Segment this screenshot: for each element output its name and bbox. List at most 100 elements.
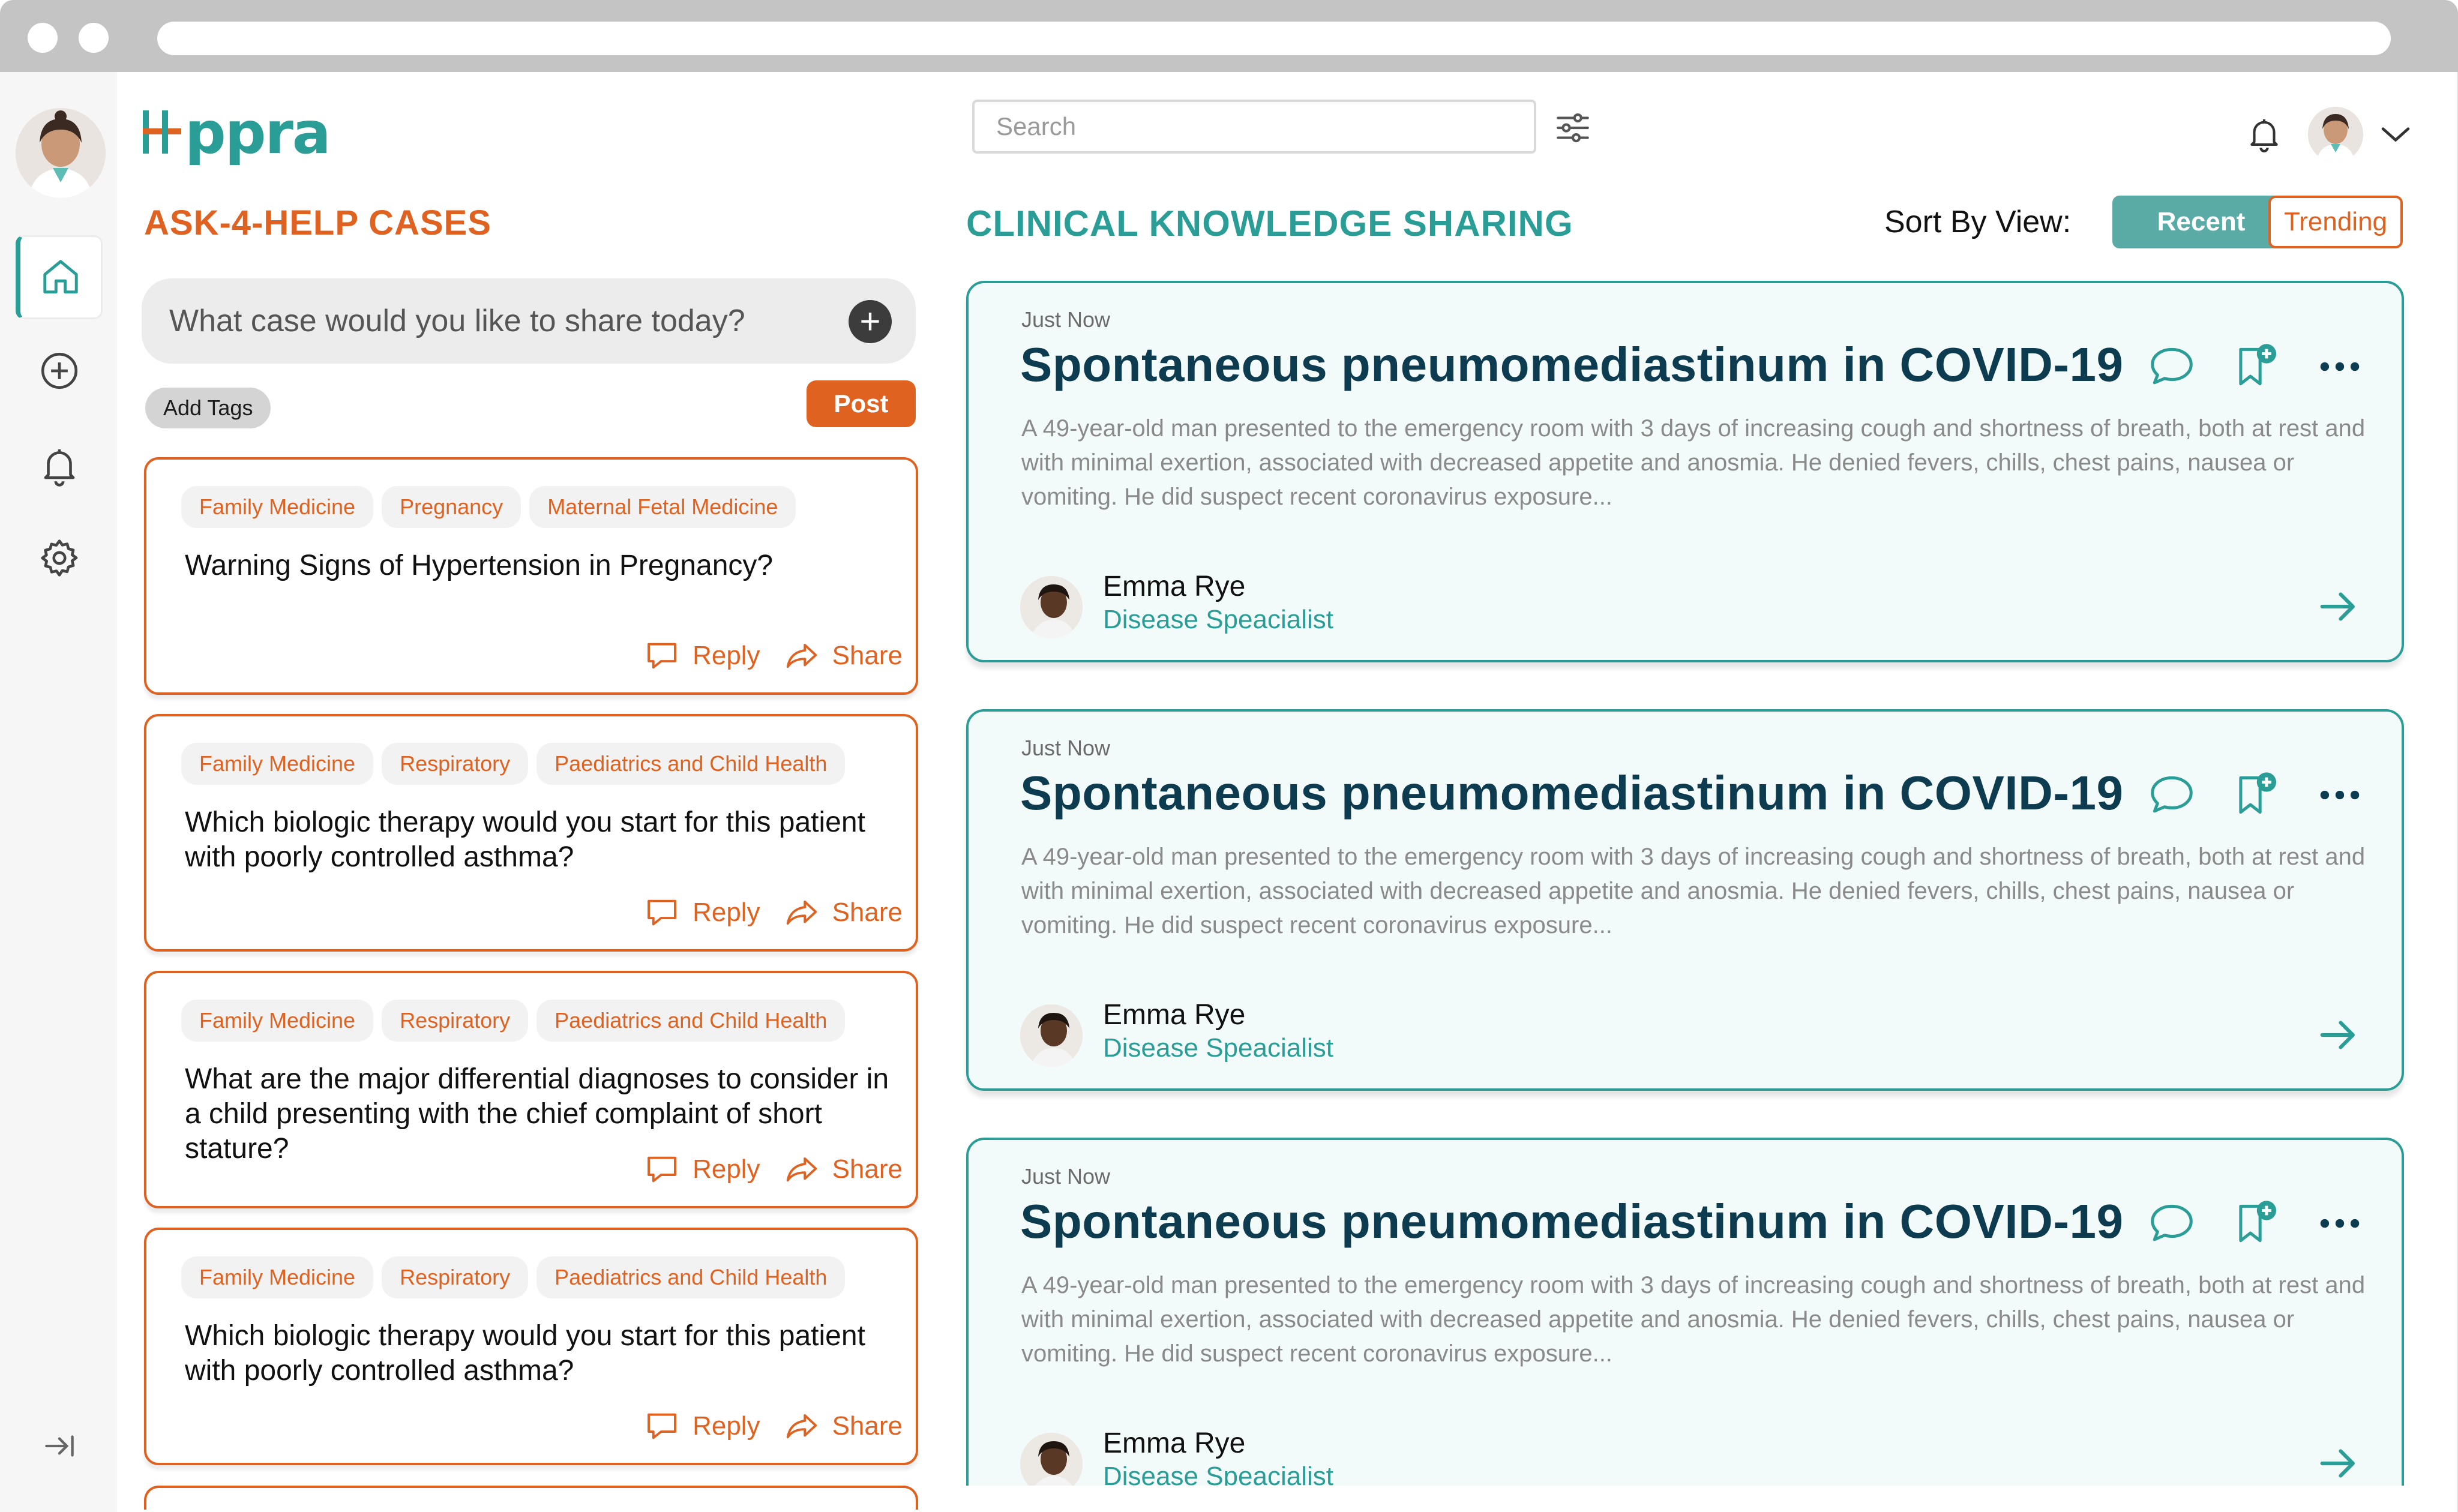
comment-icon (648, 1156, 676, 1183)
tag-chip[interactable]: Respiratory (382, 743, 529, 785)
post-button[interactable]: Post (807, 380, 916, 427)
reply-button[interactable]: Reply (643, 894, 760, 931)
tag-chip[interactable]: Respiratory (382, 1000, 529, 1042)
arrow-right-icon[interactable] (2314, 1439, 2363, 1486)
post-excerpt: A 49-year-old man presented to the emerg… (1021, 1272, 2366, 1367)
tag-chip[interactable]: Family Medicine (181, 743, 374, 785)
case-card[interactable]: Family Medicine Respiratory Paediatrics an… (144, 1228, 918, 1465)
brand-name: ppra (185, 100, 331, 167)
rail-settings-button[interactable] (16, 516, 103, 600)
knowledge-post-card[interactable]: Just Now Spontaneous pneumomediastinum i… (966, 1138, 2404, 1486)
rail-collapse-button[interactable] (16, 1404, 103, 1488)
share-label: Share (832, 898, 903, 927)
rail-notifications-button[interactable] (16, 424, 103, 508)
rail-home-button[interactable] (16, 235, 103, 319)
reply-label: Reply (693, 898, 760, 927)
tag-chip[interactable]: Pregnancy (382, 486, 521, 528)
comment-icon (648, 1413, 676, 1439)
case-tags: Family Medicine Respiratory Paediatrics an… (181, 1000, 846, 1042)
post-title[interactable]: Spontaneous pneumomediastinum in COVID-1… (1020, 337, 2123, 392)
plus-icon[interactable]: + (849, 300, 892, 343)
case-card[interactable]: Family Medicine Pregnancy Maternal Fetal M… (144, 457, 918, 695)
comment-icon (648, 643, 676, 669)
post-actions (2146, 769, 2366, 821)
reply-button[interactable]: Reply (643, 637, 760, 674)
collapse-arrow-icon (44, 1435, 74, 1457)
case-card[interactable]: Family Medicine Respiratory Paediatrics an… (144, 714, 918, 952)
window-control-dot[interactable] (79, 23, 109, 53)
case-actions: Reply Share (643, 637, 903, 674)
post-timestamp: Just Now (1021, 736, 1111, 760)
bookmark-add-icon[interactable] (2230, 1198, 2282, 1249)
knowledge-post-card[interactable]: Just Now Spontaneous pneumomediastinum i… (966, 281, 2404, 662)
reply-label: Reply (693, 1411, 760, 1441)
more-options-icon[interactable] (2314, 341, 2366, 392)
author-name[interactable]: Emma Rye (1103, 570, 1245, 603)
post-title[interactable]: Spontaneous pneumomediastinum in COVID-1… (1020, 766, 2123, 821)
author-avatar[interactable] (1020, 1433, 1083, 1486)
case-title[interactable]: Which biologic therapy would you start f… (185, 805, 893, 875)
bookmark-add-icon[interactable] (2230, 341, 2282, 392)
author-avatar[interactable] (1020, 1004, 1083, 1067)
composer-placeholder: What case would you like to share today? (169, 304, 745, 338)
comment-icon[interactable] (2146, 769, 2198, 821)
user-avatar[interactable] (16, 108, 106, 198)
share-button[interactable]: Share (783, 637, 903, 674)
reply-button[interactable]: Reply (643, 1408, 760, 1445)
share-arrow-icon (786, 900, 817, 925)
case-tags: Family Medicine Respiratory Paediatrics an… (181, 1256, 846, 1298)
case-card[interactable]: Family Medicine Respiratory Paediatrics an… (144, 971, 918, 1208)
post-timestamp: Just Now (1021, 307, 1111, 332)
bookmark-add-icon[interactable] (2230, 769, 2282, 821)
tag-chip[interactable]: Paediatrics and Child Health (536, 1000, 846, 1042)
tag-chip[interactable]: Family Medicine (181, 486, 374, 528)
tag-chip[interactable]: Family Medicine (181, 1000, 374, 1042)
case-title[interactable]: Warning Signs of Hypertension in Pregnan… (185, 548, 893, 583)
sort-recent-button[interactable]: Recent (2112, 196, 2290, 248)
author-name[interactable]: Emma Rye (1103, 998, 1245, 1031)
window-control-dot[interactable] (28, 23, 58, 53)
knowledge-post-card[interactable]: Just Now Spontaneous pneumomediastinum i… (966, 709, 2404, 1091)
author-role: Disease Speacialist (1103, 1462, 1333, 1486)
app-logo[interactable]: ppra (142, 97, 331, 169)
profile-avatar[interactable] (2308, 107, 2363, 162)
case-actions: Reply Share (643, 1408, 903, 1445)
author-avatar[interactable] (1020, 576, 1083, 638)
more-options-icon[interactable] (2314, 1198, 2366, 1249)
arrow-right-icon[interactable] (2314, 582, 2363, 631)
search-input[interactable]: Search (972, 100, 1536, 154)
more-options-icon[interactable] (2314, 769, 2366, 821)
address-bar[interactable] (157, 22, 2391, 55)
share-button[interactable]: Share (783, 1408, 903, 1445)
tag-chip[interactable]: Paediatrics and Child Health (536, 1256, 846, 1298)
sort-trending-button[interactable]: Trending (2268, 196, 2403, 248)
chevron-down-icon[interactable] (2379, 122, 2412, 146)
share-arrow-icon (786, 1414, 817, 1439)
arrow-right-icon[interactable] (2314, 1010, 2363, 1060)
case-composer-input[interactable]: What case would you like to share today?… (142, 278, 916, 364)
author-name[interactable]: Emma Rye (1103, 1427, 1245, 1460)
filter-sliders-icon[interactable] (1553, 108, 1593, 148)
rail-add-button[interactable] (16, 329, 103, 413)
comment-icon[interactable] (2146, 1198, 2198, 1249)
left-rail (0, 72, 117, 1512)
share-button[interactable]: Share (783, 1151, 903, 1188)
post-title[interactable]: Spontaneous pneumomediastinum in COVID-1… (1020, 1194, 2123, 1249)
share-button[interactable]: Share (783, 894, 903, 931)
tag-chip[interactable]: Paediatrics and Child Health (536, 743, 846, 785)
share-label: Share (832, 1411, 903, 1441)
bell-icon[interactable] (2244, 114, 2284, 154)
case-card (144, 1486, 918, 1510)
post-timestamp: Just Now (1021, 1164, 1111, 1189)
comment-icon[interactable] (2146, 341, 2198, 392)
reply-button[interactable]: Reply (643, 1151, 760, 1188)
author-role: Disease Speacialist (1103, 605, 1333, 634)
plus-circle-icon (41, 352, 77, 389)
tag-chip[interactable]: Family Medicine (181, 1256, 374, 1298)
post-actions (2146, 1198, 2366, 1249)
case-title[interactable]: Which biologic therapy would you start f… (185, 1319, 893, 1388)
tag-chip[interactable]: Maternal Fetal Medicine (529, 486, 796, 528)
post-excerpt: A 49-year-old man presented to the emerg… (1021, 844, 2366, 938)
tag-chip[interactable]: Respiratory (382, 1256, 529, 1298)
add-tags-button[interactable]: Add Tags (145, 388, 271, 428)
